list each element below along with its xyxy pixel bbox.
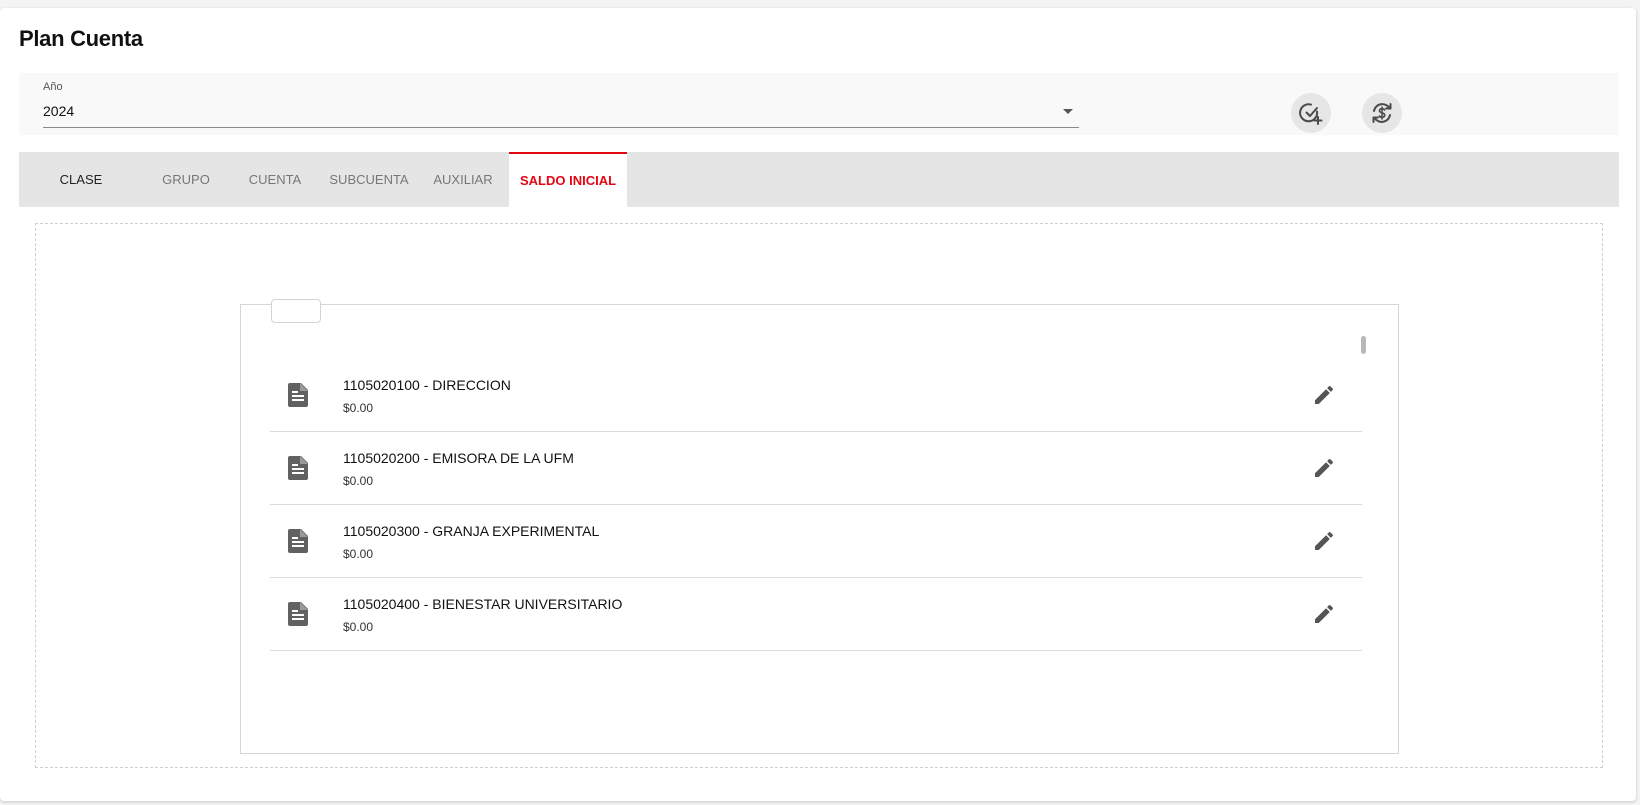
chevron-down-icon — [1063, 109, 1073, 114]
account-title: 1105020400 - BIENESTAR UNIVERSITARIO — [343, 596, 623, 612]
currency-sync-icon — [1372, 103, 1392, 123]
account-balance: $0.00 — [343, 474, 374, 488]
tab-saldo-inicial[interactable]: SALDO INICIAL — [509, 152, 627, 207]
year-select-label: Año — [43, 81, 63, 93]
account-balance: $0.00 — [343, 401, 374, 415]
account-title: 1105020200 - EMISORA DE LA UFM — [343, 450, 574, 466]
tab-cuenta[interactable]: CUENTA — [229, 152, 321, 207]
check-add-button[interactable] — [1291, 93, 1331, 133]
list-item[interactable]: 1105020200 - EMISORA DE LA UFM $0.00 — [270, 432, 1362, 505]
account-list: 1105020100 - DIRECCION $0.00 1105020200 … — [270, 359, 1362, 651]
currency-sync-button[interactable] — [1362, 93, 1402, 133]
tab-auxiliar[interactable]: AUXILIAR — [417, 152, 509, 207]
account-title: 1105020300 - GRANJA EXPERIMENTAL — [343, 523, 600, 539]
page-title: Plan Cuenta — [19, 26, 143, 51]
year-select-value: 2024 — [43, 103, 75, 119]
document-icon — [288, 529, 308, 553]
tab-subcuenta[interactable]: SUBCUENTA — [321, 152, 417, 207]
account-title: 1105020100 - DIRECCION — [343, 377, 511, 393]
list-item[interactable]: 1105020400 - BIENESTAR UNIVERSITARIO $0.… — [270, 578, 1362, 651]
year-select[interactable]: Año 2024 — [43, 73, 1079, 128]
account-balance: $0.00 — [343, 547, 374, 561]
pencil-icon[interactable] — [1312, 529, 1336, 553]
list-item[interactable]: 1105020100 - DIRECCION $0.00 — [270, 359, 1362, 432]
document-icon — [288, 383, 308, 407]
scrollbar-thumb[interactable] — [1361, 336, 1366, 354]
document-icon — [288, 602, 308, 626]
account-balance: $0.00 — [343, 620, 374, 634]
list-header-chip[interactable] — [271, 299, 321, 323]
list-item[interactable]: 1105020300 - GRANJA EXPERIMENTAL $0.00 — [270, 505, 1362, 578]
tab-grupo[interactable]: GRUPO — [143, 152, 229, 207]
pencil-icon[interactable] — [1312, 456, 1336, 480]
document-icon — [288, 456, 308, 480]
pencil-icon[interactable] — [1312, 602, 1336, 626]
check-circle-plus-icon — [1299, 103, 1323, 125]
tab-clase[interactable]: CLASE — [19, 152, 143, 207]
pencil-icon[interactable] — [1312, 383, 1336, 407]
filter-bar: Año 2024 — [19, 73, 1619, 135]
tab-bar: CLASE GRUPO CUENTA SUBCUENTA AUXILIAR SA… — [19, 152, 1619, 207]
